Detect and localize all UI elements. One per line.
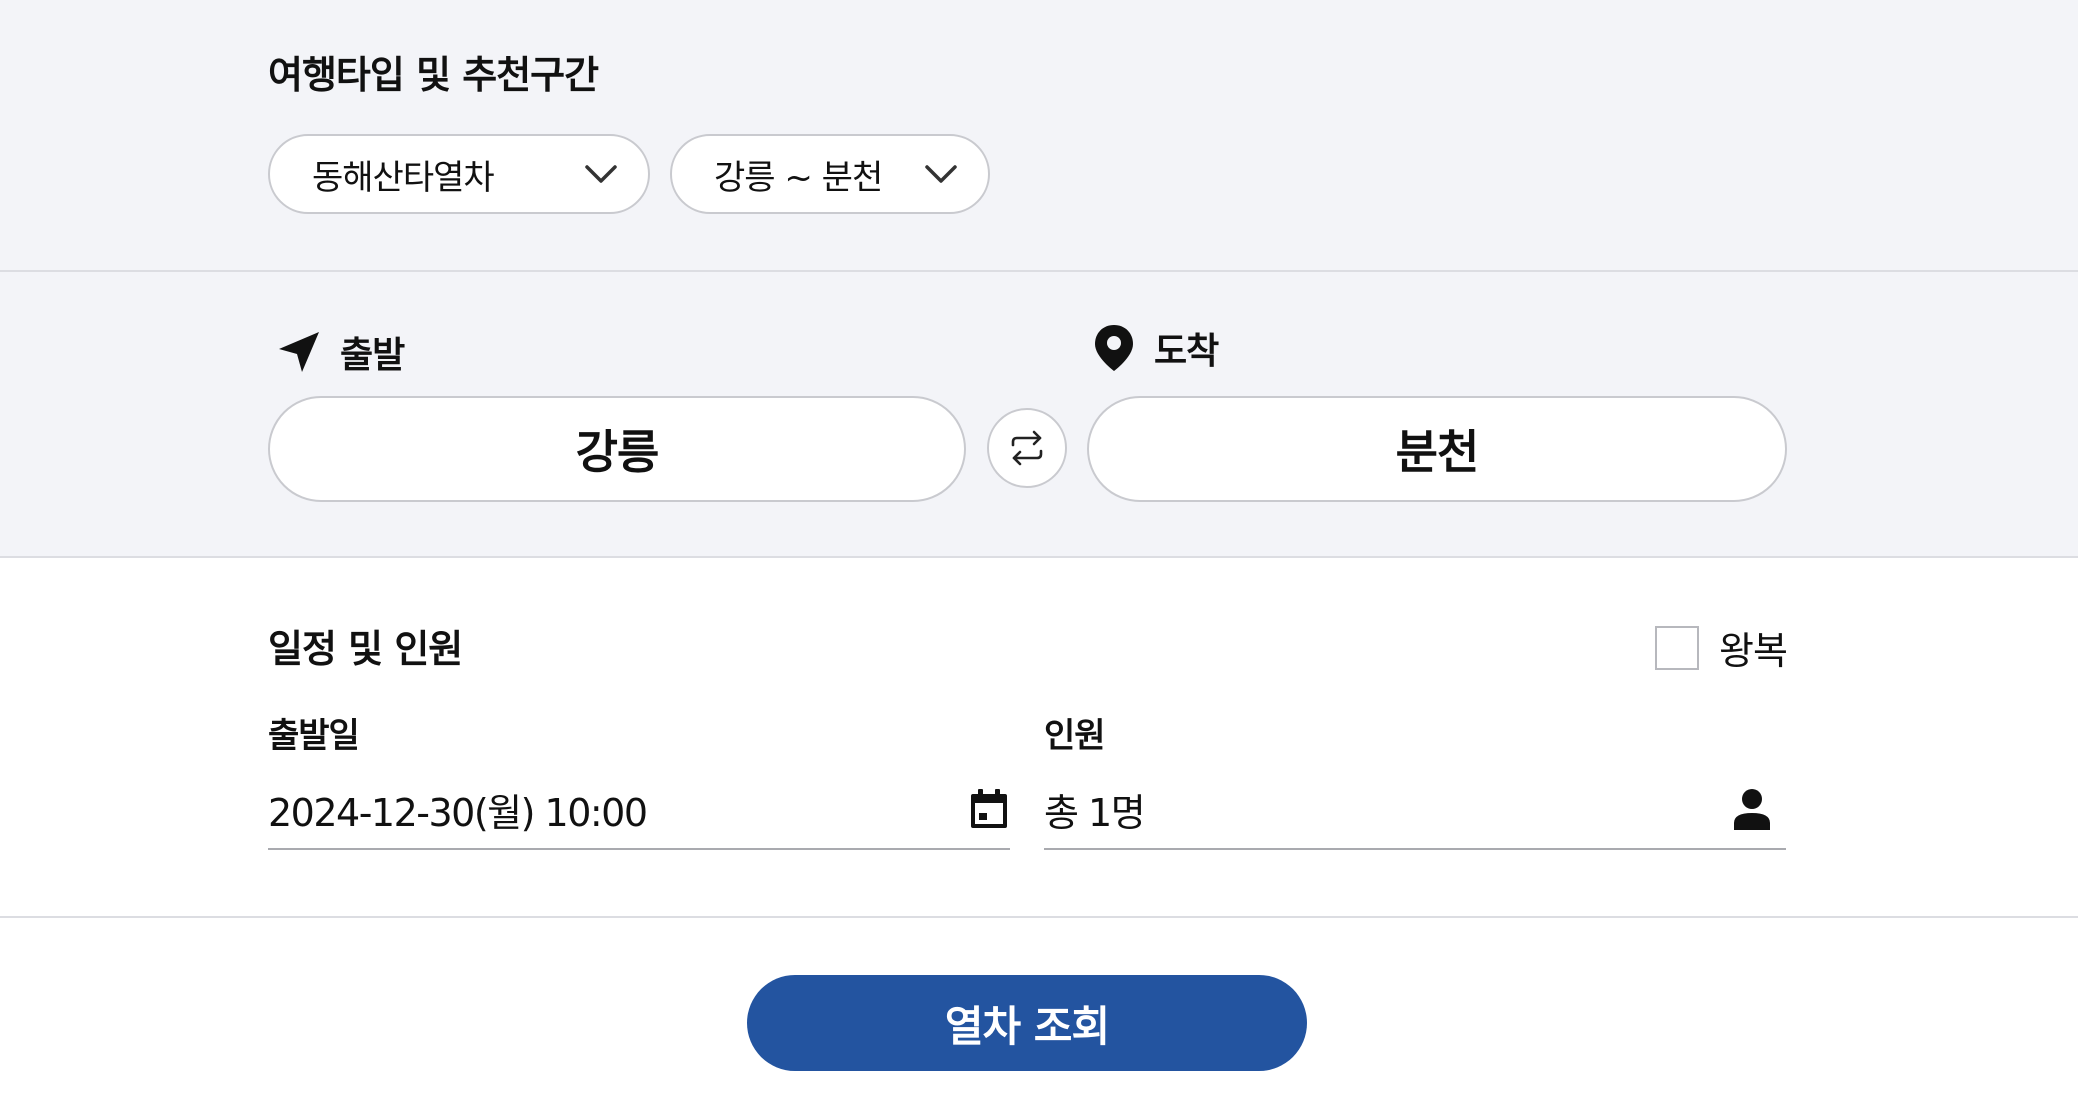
travel-type-heading: 여행타입 및 추천구간	[268, 53, 599, 97]
roundtrip-checkbox[interactable]: 왕복	[1655, 620, 1788, 675]
arrival-label: 도착	[1092, 322, 1219, 374]
passenger-value: 총 1명	[1044, 790, 1146, 835]
map-pin-icon	[1095, 325, 1133, 371]
chevron-down-icon	[925, 165, 957, 183]
roundtrip-label: 왕복	[1719, 629, 1788, 673]
departure-date-label: 출발일	[268, 716, 360, 756]
swap-stations-button[interactable]	[987, 408, 1067, 488]
departure-station-name: 강릉	[575, 425, 660, 479]
departure-label: 출발	[276, 326, 405, 378]
recommended-section-select-value: 강릉 ~ 분천	[714, 157, 883, 198]
search-trains-button[interactable]: 열차 조회	[747, 975, 1307, 1071]
calendar-icon[interactable]	[968, 787, 1010, 831]
person-icon[interactable]	[1732, 787, 1772, 831]
arrival-station-button[interactable]: 분천	[1087, 396, 1787, 502]
departure-station-button[interactable]: 강릉	[268, 396, 966, 502]
departure-label-text: 출발	[340, 335, 405, 376]
swap-arrows-icon	[1011, 430, 1043, 466]
navigation-arrow-icon	[279, 332, 319, 372]
travel-type-section: 여행타입 및 추천구간 동해산타열차 강릉 ~ 분천	[0, 0, 2078, 272]
chevron-down-icon	[585, 165, 617, 183]
departure-date-field[interactable]: 2024-12-30(월) 10:00	[268, 770, 1010, 850]
arrival-label-text: 도착	[1154, 331, 1219, 372]
travel-type-select[interactable]: 동해산타열차	[268, 134, 650, 214]
roundtrip-checkbox-box[interactable]	[1655, 625, 1699, 670]
passenger-field[interactable]: 총 1명	[1044, 770, 1786, 850]
travel-type-select-value: 동해산타열차	[312, 157, 495, 198]
departure-date-value: 2024-12-30(월) 10:00	[268, 790, 648, 835]
recommended-section-select[interactable]: 강릉 ~ 분천	[670, 134, 990, 214]
schedule-heading: 일정 및 인원	[268, 627, 463, 671]
arrival-station-name: 분천	[1395, 425, 1480, 479]
schedule-section: 일정 및 인원 출발일 2024-12-30(월) 10:00 인원 총 1명	[0, 558, 2078, 918]
search-trains-button-label: 열차 조회	[944, 1001, 1110, 1051]
passenger-label: 인원	[1044, 716, 1106, 756]
